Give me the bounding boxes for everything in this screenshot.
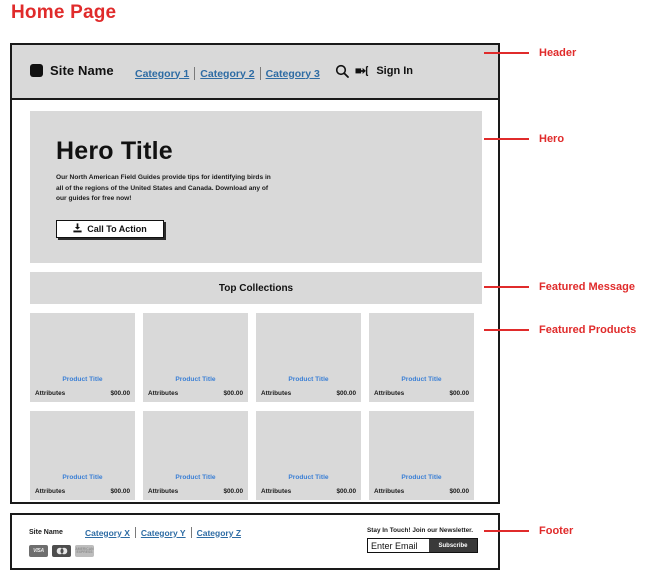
hero-title: Hero Title	[56, 137, 173, 165]
download-icon	[73, 220, 82, 238]
mastercard-icon	[52, 545, 71, 557]
site-header: Site Name Category 1 Category 2 Category…	[12, 45, 498, 100]
annotation-header: Header	[484, 47, 576, 59]
annotation-featured-message: Featured Message	[484, 281, 635, 293]
product-row: Product Title Attributes $00.00 Product …	[30, 313, 486, 402]
product-price: $00.00	[449, 390, 469, 397]
amex-card-icon: AMERICAN EXPRESS	[75, 545, 94, 557]
product-meta: Attributes $00.00	[374, 488, 469, 495]
annotation-label: Featured Products	[539, 324, 637, 336]
visa-card-icon: VISA	[29, 545, 48, 557]
featured-message-text: Top Collections	[218, 282, 294, 294]
annotation-hero: Hero	[484, 133, 564, 145]
sign-in-label[interactable]: Sign In	[376, 65, 413, 77]
footer-nav-item-category-z[interactable]: Category Z	[192, 528, 246, 538]
newsletter-label: Stay In Touch! Join our Newsletter.	[367, 527, 474, 534]
product-meta: Attributes $00.00	[35, 488, 130, 495]
nav-item-category-2[interactable]: Category 2	[195, 68, 259, 80]
annotation-leader-line	[484, 329, 529, 331]
product-card[interactable]: Product Title Attributes $00.00	[256, 313, 361, 402]
product-title-link[interactable]: Product Title	[369, 376, 474, 383]
amex-card-label: AMERICAN EXPRESS	[75, 546, 94, 554]
brand[interactable]: Site Name	[30, 63, 114, 78]
footer-nav-item-category-x[interactable]: Category X	[80, 528, 135, 538]
newsletter-signup: Stay In Touch! Join our Newsletter. Subs…	[367, 527, 478, 553]
product-meta: Attributes $00.00	[374, 390, 469, 397]
annotation-label: Featured Message	[539, 281, 635, 293]
product-card[interactable]: Product Title Attributes $00.00	[30, 313, 135, 402]
sign-in-arrow-icon[interactable]	[355, 65, 369, 78]
product-price: $00.00	[336, 390, 356, 397]
call-to-action-button[interactable]: Call To Action	[56, 220, 164, 238]
product-attributes: Attributes	[148, 390, 179, 397]
annotation-leader-line	[484, 138, 529, 140]
hero-section: Hero Title Our North American Field Guid…	[30, 111, 482, 263]
visa-card-label: VISA	[33, 548, 44, 554]
product-price: $00.00	[449, 488, 469, 495]
footer-nav: Category X Category Y Category Z	[80, 527, 246, 538]
product-meta: Attributes $00.00	[261, 488, 356, 495]
product-meta: Attributes $00.00	[148, 488, 243, 495]
page-title: Home Page	[11, 2, 117, 23]
featured-products-grid: Product Title Attributes $00.00 Product …	[30, 313, 486, 509]
product-attributes: Attributes	[35, 488, 66, 495]
annotation-footer: Footer	[484, 525, 573, 537]
brand-name: Site Name	[50, 63, 114, 78]
product-price: $00.00	[223, 390, 243, 397]
email-field[interactable]	[368, 539, 429, 552]
product-attributes: Attributes	[35, 390, 66, 397]
product-price: $00.00	[110, 488, 130, 495]
product-attributes: Attributes	[261, 390, 292, 397]
product-price: $00.00	[223, 488, 243, 495]
product-card[interactable]: Product Title Attributes $00.00	[256, 411, 361, 500]
product-title-link[interactable]: Product Title	[369, 474, 474, 481]
product-attributes: Attributes	[148, 488, 179, 495]
annotation-label: Header	[539, 47, 577, 59]
product-attributes: Attributes	[374, 488, 405, 495]
product-meta: Attributes $00.00	[148, 390, 243, 397]
product-card[interactable]: Product Title Attributes $00.00	[143, 411, 248, 500]
nav-item-category-3[interactable]: Category 3	[261, 68, 325, 80]
call-to-action-label: Call To Action	[87, 224, 147, 234]
footer-nav-item-category-y[interactable]: Category Y	[136, 528, 191, 538]
square-logo-icon	[30, 64, 43, 77]
product-attributes: Attributes	[374, 390, 405, 397]
footer-brand-name: Site Name	[29, 529, 63, 536]
product-attributes: Attributes	[261, 488, 292, 495]
product-title-link[interactable]: Product Title	[143, 474, 248, 481]
product-card[interactable]: Product Title Attributes $00.00	[369, 411, 474, 500]
annotation-leader-line	[484, 52, 529, 54]
product-title-link[interactable]: Product Title	[30, 376, 135, 383]
product-card[interactable]: Product Title Attributes $00.00	[143, 313, 248, 402]
product-price: $00.00	[336, 488, 356, 495]
annotation-label: Hero	[539, 133, 565, 145]
product-title-link[interactable]: Product Title	[30, 474, 135, 481]
product-title-link[interactable]: Product Title	[256, 474, 361, 481]
site-footer: Site Name Category X Category Y Category…	[10, 513, 500, 570]
product-price: $00.00	[110, 390, 130, 397]
product-card[interactable]: Product Title Attributes $00.00	[30, 411, 135, 500]
header-actions: Sign In	[335, 64, 413, 78]
wireframe-page-frame: Site Name Category 1 Category 2 Category…	[10, 43, 500, 504]
product-card[interactable]: Product Title Attributes $00.00	[369, 313, 474, 402]
hero-body-text: Our North American Field Guides provide …	[56, 174, 271, 203]
featured-message-banner: Top Collections	[30, 272, 482, 304]
newsletter-form: Subscribe	[367, 538, 478, 553]
product-title-link[interactable]: Product Title	[143, 376, 248, 383]
annotation-label: Footer	[539, 525, 574, 537]
annotation-leader-line	[484, 286, 529, 288]
annotation-leader-line	[484, 530, 529, 532]
product-meta: Attributes $00.00	[35, 390, 130, 397]
search-icon[interactable]	[335, 64, 350, 78]
annotation-featured-products: Featured Products	[484, 324, 636, 336]
product-row: Product Title Attributes $00.00 Product …	[30, 411, 486, 500]
nav-item-category-1[interactable]: Category 1	[130, 68, 194, 80]
payment-methods: VISA AMERICAN EXPRESS	[29, 545, 94, 557]
main-nav: Category 1 Category 2 Category 3	[130, 67, 325, 80]
product-meta: Attributes $00.00	[261, 390, 356, 397]
subscribe-button[interactable]: Subscribe	[429, 539, 477, 552]
product-title-link[interactable]: Product Title	[256, 376, 361, 383]
